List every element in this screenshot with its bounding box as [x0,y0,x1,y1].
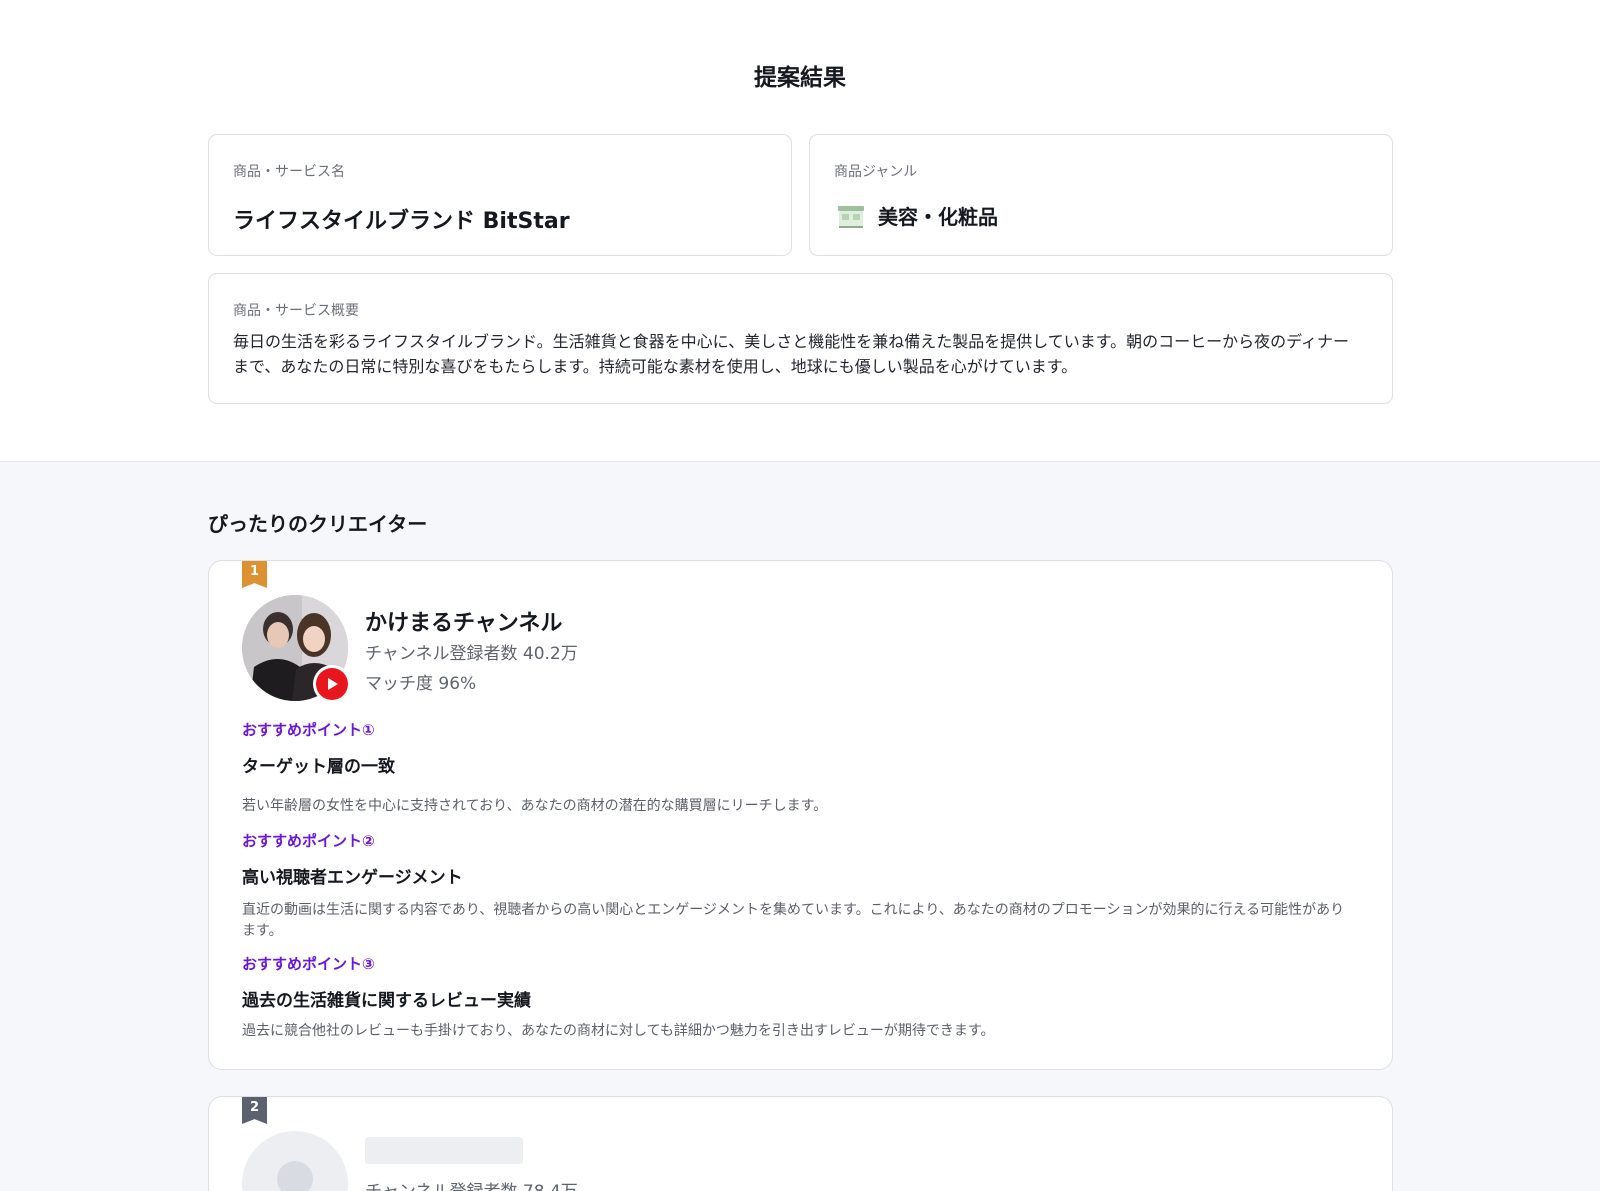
product-summary-label: 商品・サービス概要 [233,303,359,319]
product-summary-card: 商品・サービス概要 毎日の生活を彩るライフスタイルブランド。生活雑貨と食器を中心… [208,273,1393,404]
page-title: 提案結果 [754,65,846,91]
point-title: 過去の生活雑貨に関するレビュー実績 [242,991,531,1011]
subscriber-count: チャンネル登録者数 40.2万 [365,644,578,664]
product-name-card: 商品・サービス名 ライフスタイルブランド BitStar [208,134,792,256]
point-description: 過去に競合他社のレビューも手掛けており、あなたの商材に対しても詳細かつ魅力を引き… [242,1023,995,1039]
product-genre-card: 商品ジャンル 美容・化粧品 [809,134,1393,256]
rank-badge: 1 [242,561,267,588]
product-summary-text: 毎日の生活を彩るライフスタイルブランド。生活雑貨と食器を中心に、美しさと機能性を… [233,332,1350,376]
product-name-label: 商品・サービス名 [233,164,345,180]
lotion-bottle-icon [838,205,864,228]
creator-name-placeholder [365,1137,523,1164]
point-label: おすすめポイント② [242,832,375,850]
rank-badge: 2 [242,1097,267,1124]
product-summary-section: 提案結果 商品・サービス名 ライフスタイルブランド BitStar 商品ジャンル… [0,0,1600,462]
section-title: ぴったりのクリエイター [208,512,428,536]
point-label: おすすめポイント① [242,721,375,739]
match-rate: マッチ度 96% [365,674,477,694]
creator-name[interactable]: かけまるチャンネル [365,605,562,637]
product-name: ライフスタイルブランド BitStar [233,209,570,234]
recommend-point: おすすめポイント③ 過去の生活雑貨に関するレビュー実績 過去に競合他社のレビュー… [242,953,1358,1042]
product-genre: 美容・化粧品 [878,205,998,229]
point-description: 直近の動画は生活に関する内容であり、視聴者からの高い関心とエンゲージメントを集め… [242,902,1345,939]
youtube-icon [313,665,351,703]
point-title: 高い視聴者エンゲージメント [242,868,463,888]
point-label: おすすめポイント③ [242,955,375,973]
subscriber-count: チャンネル登録者数 78.4万 [365,1177,578,1191]
point-title: ターゲット層の一致 [242,757,395,777]
recommend-point: おすすめポイント② 高い視聴者エンゲージメント 直近の動画は生活に関する内容であ… [242,830,1358,942]
point-description: 若い年齢層の女性を中心に支持されており、あなたの商材の潜在的な購買層にリーチしま… [242,798,828,814]
avatar-placeholder [242,1131,348,1191]
creator-card[interactable]: 1 かけまるチャンネル チャンネル登録者数 40.2万 マッチ度 96% おすす… [208,560,1393,1070]
recommend-point: おすすめポイント① ターゲット層の一致 若い年齢層の女性を中心に支持されており、… [242,719,1358,817]
product-genre-label: 商品ジャンル [834,164,918,180]
creator-section: ぴったりのクリエイター 1 かけまるチャンネル チャンネル登録者数 40.2万 … [0,462,1600,1191]
creator-card[interactable]: 2 チャンネル登録者数 78.4万 [208,1096,1393,1191]
